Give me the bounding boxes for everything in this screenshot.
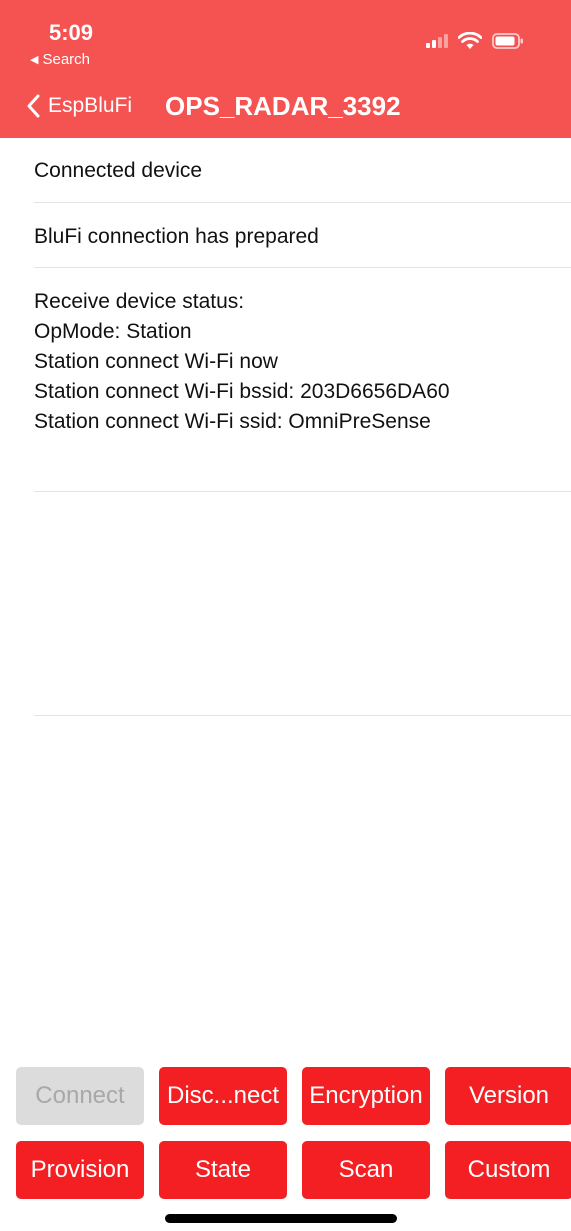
log-line: Station connect Wi-Fi ssid: OmniPreSense <box>34 410 431 433</box>
log-line: BluFi connection has prepared <box>34 225 319 248</box>
scan-button[interactable]: Scan <box>302 1141 430 1199</box>
app-header: 5:09 ◀ Search EspBluFi OPS_RADAR_3392 <box>0 0 571 138</box>
state-button[interactable]: State <box>159 1141 287 1199</box>
chevron-left-icon <box>27 94 40 118</box>
encryption-button[interactable]: Encryption <box>302 1067 430 1125</box>
list-item: BluFi connection has prepared <box>0 222 319 252</box>
log-line: OpMode: Station <box>34 320 192 343</box>
back-triangle-icon: ◀ <box>30 54 39 66</box>
wifi-icon <box>458 32 482 49</box>
status-back-to-search[interactable]: ◀ Search <box>30 51 90 68</box>
cellular-signal-icon <box>426 34 448 48</box>
battery-icon <box>492 33 523 49</box>
status-time: 5:09 <box>49 20 94 45</box>
status-icons <box>426 30 541 52</box>
divider <box>34 491 571 492</box>
home-indicator[interactable] <box>165 1214 397 1223</box>
divider <box>34 267 571 268</box>
divider <box>34 202 571 203</box>
nav-back-label: EspBluFi <box>48 94 133 117</box>
log-line: Connected device <box>34 159 203 182</box>
log-line: Station connect Wi-Fi now <box>34 350 278 373</box>
list-item: Connected device <box>0 156 202 186</box>
log-line: Receive device status: <box>34 290 245 313</box>
list-item: Receive device status: OpMode: Station S… <box>0 287 450 437</box>
status-back-label: Search <box>42 51 90 68</box>
provision-button[interactable]: Provision <box>16 1141 144 1199</box>
divider <box>34 715 571 716</box>
connect-button[interactable]: Connect <box>16 1067 144 1125</box>
page-title: OPS_RADAR_3392 <box>165 91 401 121</box>
nav-back-button[interactable]: EspBluFi <box>26 88 132 124</box>
disconnect-button[interactable]: Disc...nect <box>159 1067 287 1125</box>
version-button[interactable]: Version <box>445 1067 571 1125</box>
log-line: Station connect Wi-Fi bssid: 203D6656DA6… <box>34 380 450 403</box>
custom-button[interactable]: Custom <box>445 1141 571 1199</box>
